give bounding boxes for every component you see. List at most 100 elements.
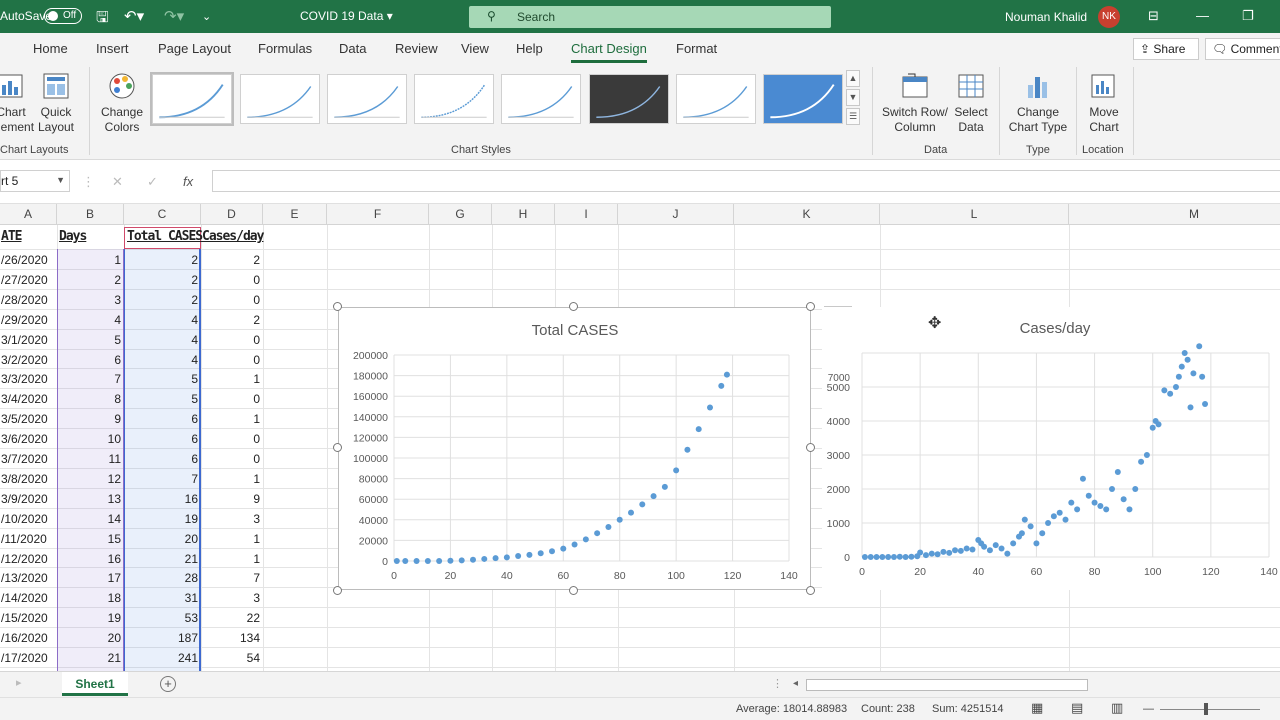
table-cell[interactable]: 31 xyxy=(124,588,198,608)
table-cell[interactable]: 2 xyxy=(57,270,121,290)
status-average[interactable]: Average: 18014.88983 xyxy=(736,703,847,715)
header-cases-per-day[interactable]: Cases/day xyxy=(202,227,268,247)
table-cell[interactable]: 20 xyxy=(124,529,198,549)
column-header[interactable]: G xyxy=(429,204,492,225)
horizontal-scrollbar[interactable]: ◂ xyxy=(790,678,1280,692)
table-cell[interactable]: 4 xyxy=(57,310,121,330)
column-header[interactable]: E xyxy=(263,204,327,225)
add-chart-element-button[interactable]: Chart Element xyxy=(0,71,34,135)
sheet-nav-icon[interactable]: ▸ xyxy=(16,676,22,689)
tab-review[interactable]: Review xyxy=(395,41,438,56)
table-cell[interactable]: 13 xyxy=(57,489,121,509)
table-cell[interactable]: 0 xyxy=(201,429,260,449)
chart-style-8[interactable] xyxy=(763,74,843,124)
table-cell[interactable]: 0 xyxy=(201,389,260,409)
table-cell[interactable]: 3/9/2020 xyxy=(1,489,55,509)
tab-page-layout[interactable]: Page Layout xyxy=(158,41,231,56)
table-cell[interactable]: /27/2020 xyxy=(1,270,55,290)
switch-row-column-button[interactable]: Switch Row/ Column xyxy=(878,71,952,135)
table-cell[interactable]: 3 xyxy=(57,290,121,310)
scroll-left-icon[interactable]: ◂ xyxy=(793,678,798,689)
table-cell[interactable]: 6 xyxy=(124,429,198,449)
table-cell[interactable]: /15/2020 xyxy=(1,608,55,628)
cancel-icon[interactable]: ✕ xyxy=(112,174,123,190)
table-cell[interactable]: 3/7/2020 xyxy=(1,449,55,469)
table-cell[interactable]: 4 xyxy=(124,350,198,370)
chart-style-6[interactable] xyxy=(589,74,669,124)
table-cell[interactable]: /13/2020 xyxy=(1,568,55,588)
formula-input[interactable] xyxy=(212,170,1280,192)
table-cell[interactable]: /11/2020 xyxy=(1,529,55,549)
table-cell[interactable]: 2 xyxy=(124,290,198,310)
column-header[interactable]: M xyxy=(1069,204,1280,225)
table-cell[interactable]: /10/2020 xyxy=(1,509,55,529)
table-cell[interactable]: /14/2020 xyxy=(1,588,55,608)
save-icon[interactable]: 🖫 xyxy=(96,7,109,32)
table-cell[interactable]: 22 xyxy=(201,608,260,628)
change-chart-type-button[interactable]: Change Chart Type xyxy=(1006,71,1070,135)
table-cell[interactable]: /26/2020 xyxy=(1,250,55,270)
sheet-tab[interactable]: Sheet1 xyxy=(62,672,128,696)
name-box[interactable]: rt 5 ▼ xyxy=(0,170,70,192)
header-days[interactable]: Days xyxy=(59,227,123,247)
customize-qat-icon[interactable]: ⌄ xyxy=(202,10,211,23)
column-header[interactable]: A xyxy=(0,204,57,225)
table-cell[interactable]: 16 xyxy=(124,489,198,509)
chart-style-3[interactable] xyxy=(327,74,407,124)
tab-formulas[interactable]: Formulas xyxy=(258,41,312,56)
table-cell[interactable]: 1 xyxy=(201,369,260,389)
insert-function-icon[interactable]: fx xyxy=(183,174,193,189)
resize-handle[interactable] xyxy=(333,586,342,595)
autosave-toggle[interactable]: Off xyxy=(44,8,82,24)
column-header[interactable]: F xyxy=(327,204,429,225)
tab-splitter-icon[interactable]: ⋮ xyxy=(772,677,783,690)
comments-button[interactable]: 🗨 Comments xyxy=(1205,38,1280,60)
share-button[interactable]: ⇪ Share xyxy=(1133,38,1199,60)
status-sum[interactable]: Sum: 4251514 xyxy=(932,703,1004,715)
table-cell[interactable]: 19 xyxy=(57,608,121,628)
table-cell[interactable]: 4 xyxy=(124,310,198,330)
undo-icon[interactable]: ↶▾ xyxy=(124,7,144,25)
table-cell[interactable]: 7 xyxy=(124,469,198,489)
table-cell[interactable]: 241 xyxy=(124,648,198,668)
page-break-view-icon[interactable]: ▥ xyxy=(1111,700,1123,716)
table-cell[interactable]: 17 xyxy=(57,568,121,588)
table-cell[interactable]: 6 xyxy=(57,350,121,370)
table-cell[interactable]: 3/3/2020 xyxy=(1,369,55,389)
table-cell[interactable]: 18 xyxy=(57,588,121,608)
zoom-slider-thumb[interactable] xyxy=(1204,703,1208,715)
table-cell[interactable]: 14 xyxy=(57,509,121,529)
table-cell[interactable]: 6 xyxy=(124,409,198,429)
table-cell[interactable]: 3/1/2020 xyxy=(1,330,55,350)
tab-chart-design[interactable]: Chart Design xyxy=(571,41,647,56)
table-cell[interactable]: 21 xyxy=(124,549,198,569)
table-cell[interactable]: 5 xyxy=(124,369,198,389)
table-cell[interactable]: 5 xyxy=(124,389,198,409)
add-sheet-icon[interactable]: + xyxy=(160,676,176,692)
table-cell[interactable]: 134 xyxy=(201,628,260,648)
tab-insert[interactable]: Insert xyxy=(96,41,129,56)
table-cell[interactable]: 7 xyxy=(57,369,121,389)
table-cell[interactable]: 1 xyxy=(201,409,260,429)
table-cell[interactable]: 2 xyxy=(124,250,198,270)
more-styles-icon[interactable]: ☰ xyxy=(846,108,860,125)
column-header[interactable]: L xyxy=(880,204,1069,225)
scroll-down-icon[interactable]: ▼ xyxy=(846,89,860,106)
zoom-slider[interactable] xyxy=(1160,709,1260,710)
table-cell[interactable]: 3 xyxy=(201,509,260,529)
resize-handle[interactable] xyxy=(806,443,815,452)
column-header[interactable]: J xyxy=(618,204,734,225)
table-cell[interactable]: 0 xyxy=(201,350,260,370)
table-cell[interactable]: /28/2020 xyxy=(1,290,55,310)
table-cell[interactable]: /16/2020 xyxy=(1,628,55,648)
table-cell[interactable]: 2 xyxy=(201,250,260,270)
table-cell[interactable]: 1 xyxy=(201,549,260,569)
page-layout-view-icon[interactable]: ▤ xyxy=(1071,700,1083,716)
resize-handle[interactable] xyxy=(569,302,578,311)
avatar[interactable]: NK xyxy=(1098,6,1120,28)
change-colors-button[interactable]: Change Colors xyxy=(96,71,148,135)
resize-handle[interactable] xyxy=(806,586,815,595)
chart-style-4[interactable] xyxy=(414,74,494,124)
table-cell[interactable]: /29/2020 xyxy=(1,310,55,330)
resize-handle[interactable] xyxy=(569,586,578,595)
